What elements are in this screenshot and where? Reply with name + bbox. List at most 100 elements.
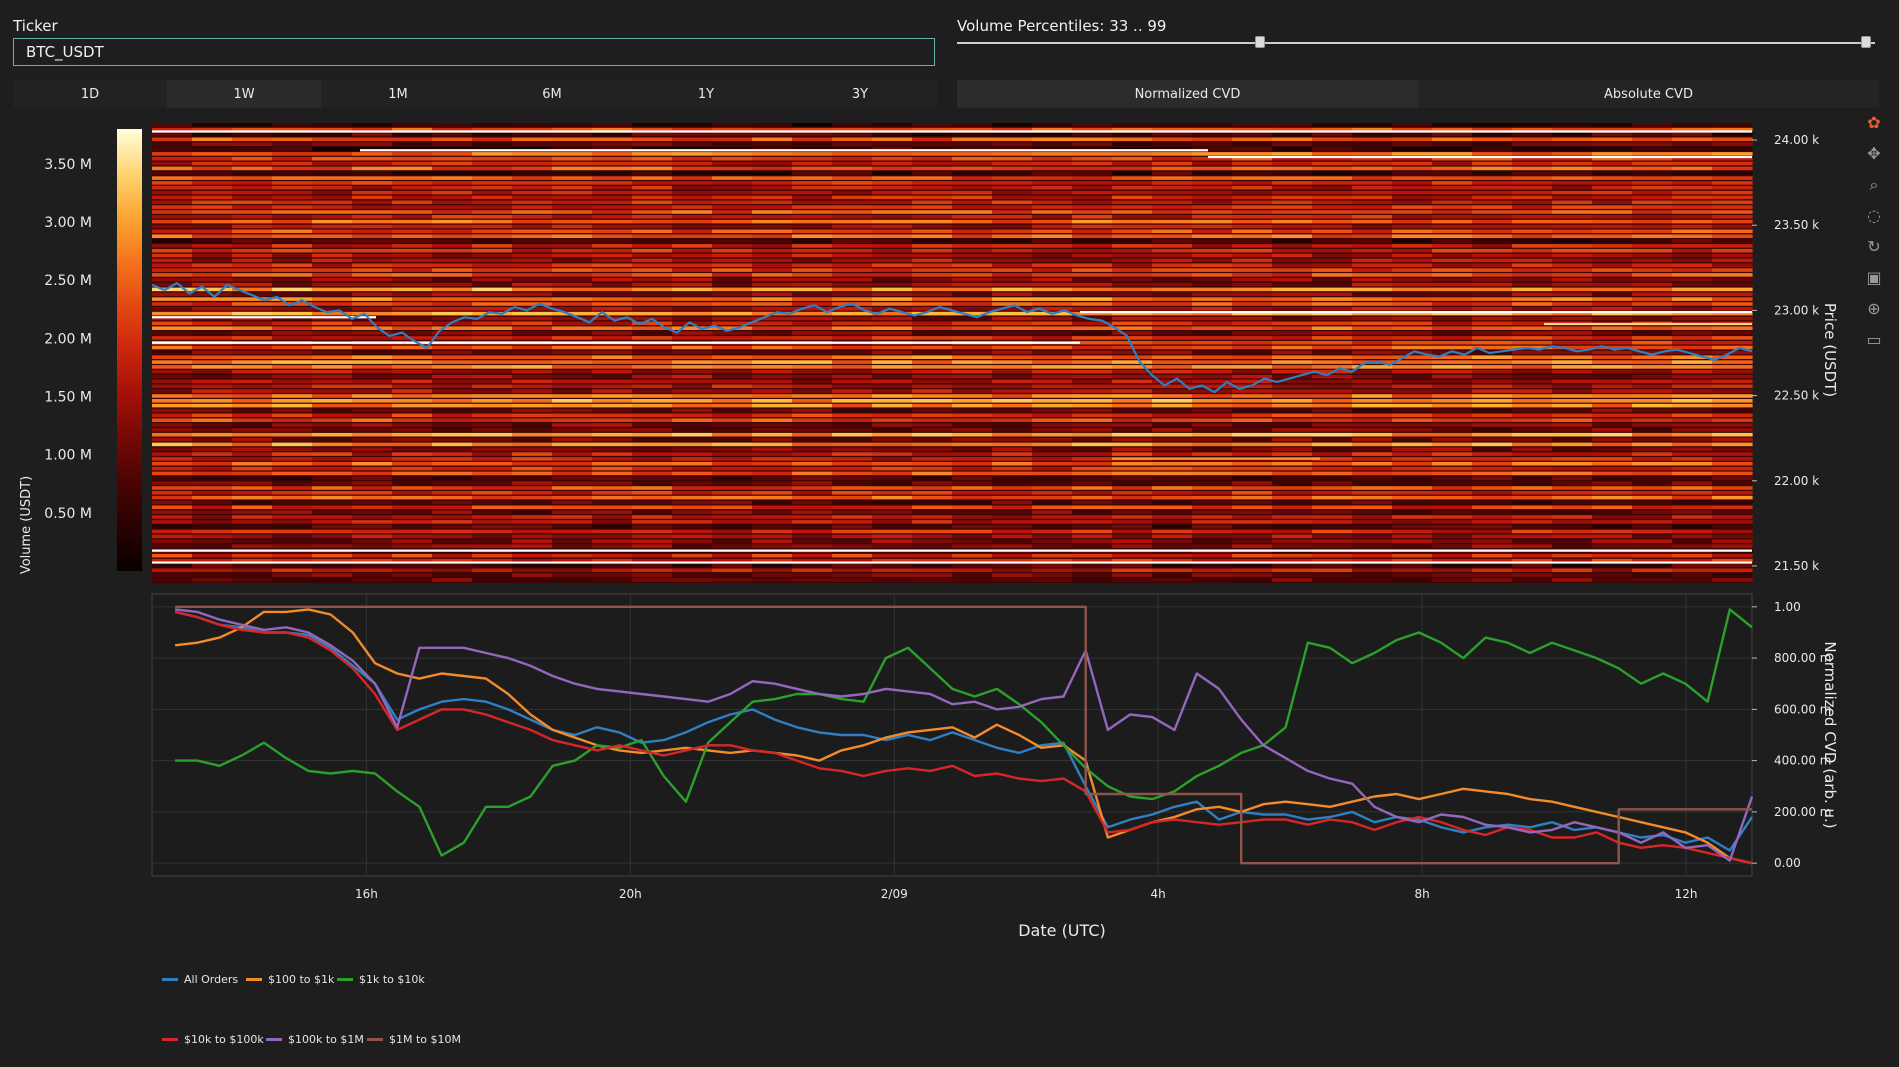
ticker-input[interactable] xyxy=(13,38,935,66)
heatmap-cell xyxy=(1032,229,1073,234)
heatmap-cell xyxy=(672,476,713,481)
heatmap-cell xyxy=(552,578,593,582)
hover-icon[interactable]: ▭ xyxy=(1864,330,1884,350)
heatmap-cell xyxy=(952,234,993,238)
heatmap-cell xyxy=(352,544,393,548)
heatmap-cell xyxy=(712,185,753,190)
heatmap-cell xyxy=(352,166,393,171)
time-tick-label: 20h xyxy=(619,887,642,901)
heatmap-cell xyxy=(1072,476,1113,481)
heatmap-cell xyxy=(312,123,353,127)
legend-item[interactable]: $1M to $10M xyxy=(367,1033,461,1046)
heatmap-cell xyxy=(432,311,473,316)
legend-item[interactable]: All Orders xyxy=(162,973,238,986)
heatmap-cell xyxy=(992,166,1033,171)
heatmap-cell xyxy=(1152,336,1193,340)
heatmap-cell xyxy=(152,452,193,456)
heatmap-cell xyxy=(312,457,353,461)
heatmap-cell xyxy=(1512,297,1553,301)
heatmap-cell xyxy=(952,195,993,200)
heatmap-cell xyxy=(432,389,473,393)
heatmap-cell xyxy=(1352,432,1393,437)
range-button-1w[interactable]: 1W xyxy=(167,80,321,108)
heatmap-cell xyxy=(992,195,1033,200)
heatmap-cell xyxy=(1552,529,1593,534)
volume-percentiles-low-handle[interactable] xyxy=(1254,36,1265,48)
heatmap-cell xyxy=(592,215,633,219)
normalized-cvd-chart[interactable]: 0.00200.00 m400.00 m600.00 m800.00 m1.00… xyxy=(0,590,1899,950)
heatmap-cell xyxy=(832,234,873,238)
heatmap-cell xyxy=(232,452,273,456)
heatmap-cell xyxy=(1432,510,1473,514)
heatmap-cell xyxy=(272,360,313,364)
heatmap-cell xyxy=(912,142,953,146)
heatmap-cell xyxy=(272,529,313,534)
pan-icon[interactable]: ✥ xyxy=(1864,144,1884,164)
legend-item[interactable]: $1k to $10k xyxy=(337,973,425,986)
heatmap-cell xyxy=(1672,437,1713,442)
plotly-logo-icon[interactable]: ✿ xyxy=(1864,113,1884,133)
save-icon[interactable]: ▣ xyxy=(1864,268,1884,288)
heatmap-cell xyxy=(752,578,793,582)
heatmap-cell xyxy=(632,399,673,403)
heatmap-cell xyxy=(1392,481,1433,485)
heatmap-cell xyxy=(1672,442,1713,447)
heatmap-cell xyxy=(192,195,233,200)
heatmap-cell xyxy=(1072,495,1113,500)
heatmap-cell xyxy=(1552,369,1593,374)
heatmap-cell xyxy=(192,239,233,243)
heatmap-cell xyxy=(472,452,513,456)
cvd-mode-button-absolute[interactable]: Absolute CVD xyxy=(1418,80,1879,108)
volume-percentiles-slider-track[interactable] xyxy=(957,42,1875,44)
heatmap-cell xyxy=(1152,481,1193,485)
heatmap-cell xyxy=(152,132,193,137)
heatmap-cell xyxy=(512,123,553,127)
heatmap-cell xyxy=(1032,268,1073,272)
lasso-icon[interactable]: ◌ xyxy=(1864,206,1884,226)
heatmap-cell xyxy=(512,476,553,481)
heatmap-cell xyxy=(1112,166,1153,171)
legend-item[interactable]: $100 to $1k xyxy=(246,973,334,986)
heatmap-cell xyxy=(992,539,1033,543)
heatmap-cell xyxy=(1112,152,1153,156)
heatmap-cell xyxy=(392,568,433,573)
reset-icon[interactable]: ↻ xyxy=(1864,237,1884,257)
heatmap-cell xyxy=(1312,190,1353,195)
heatmap-cell xyxy=(312,268,353,272)
range-button-1y[interactable]: 1Y xyxy=(629,80,783,108)
range-button-1d[interactable]: 1D xyxy=(13,80,167,108)
heatmap-cell xyxy=(632,365,673,369)
heatmap-cell xyxy=(352,258,393,263)
heatmap-cell xyxy=(952,355,993,359)
heatmap-cell xyxy=(1312,152,1353,156)
heatmap-cell xyxy=(792,369,833,374)
heatmap-cell xyxy=(272,495,313,500)
heatmap-cell xyxy=(1392,331,1433,335)
heatmap-cell xyxy=(872,399,913,403)
heatmap-cell xyxy=(1112,282,1153,287)
legend-item[interactable]: $100k to $1M xyxy=(266,1033,364,1046)
price-volume-heatmap-chart[interactable]: 21.50 k22.00 k22.50 k23.00 k23.50 k24.00… xyxy=(0,115,1899,585)
heatmap-cell xyxy=(352,432,393,437)
heatmap-cell xyxy=(752,268,793,272)
heatmap-cell xyxy=(1472,219,1513,224)
legend-item[interactable]: $10k to $100k xyxy=(162,1033,264,1046)
heatmap-cell xyxy=(1672,239,1713,243)
heatmap-cell xyxy=(1072,224,1113,229)
heatmap-cell xyxy=(712,563,753,568)
range-button-3y[interactable]: 3Y xyxy=(783,80,937,108)
heatmap-cell xyxy=(512,471,553,476)
heatmap-cell xyxy=(1072,437,1113,442)
heatmap-cell xyxy=(592,553,633,558)
heatmap-cell xyxy=(472,195,513,200)
range-button-1m[interactable]: 1M xyxy=(321,80,475,108)
spike-lines-icon[interactable]: ⊕ xyxy=(1864,299,1884,319)
legend-label: $100 to $1k xyxy=(268,973,335,986)
range-button-6m[interactable]: 6M xyxy=(475,80,629,108)
cvd-mode-button-normalized[interactable]: Normalized CVD xyxy=(957,80,1418,108)
heatmap-cell xyxy=(1472,297,1513,301)
heatmap-cell xyxy=(352,394,393,398)
volume-percentiles-high-handle[interactable] xyxy=(1860,36,1871,48)
zoom-icon[interactable]: ⌕ xyxy=(1864,175,1884,195)
heatmap-cell xyxy=(712,234,753,238)
